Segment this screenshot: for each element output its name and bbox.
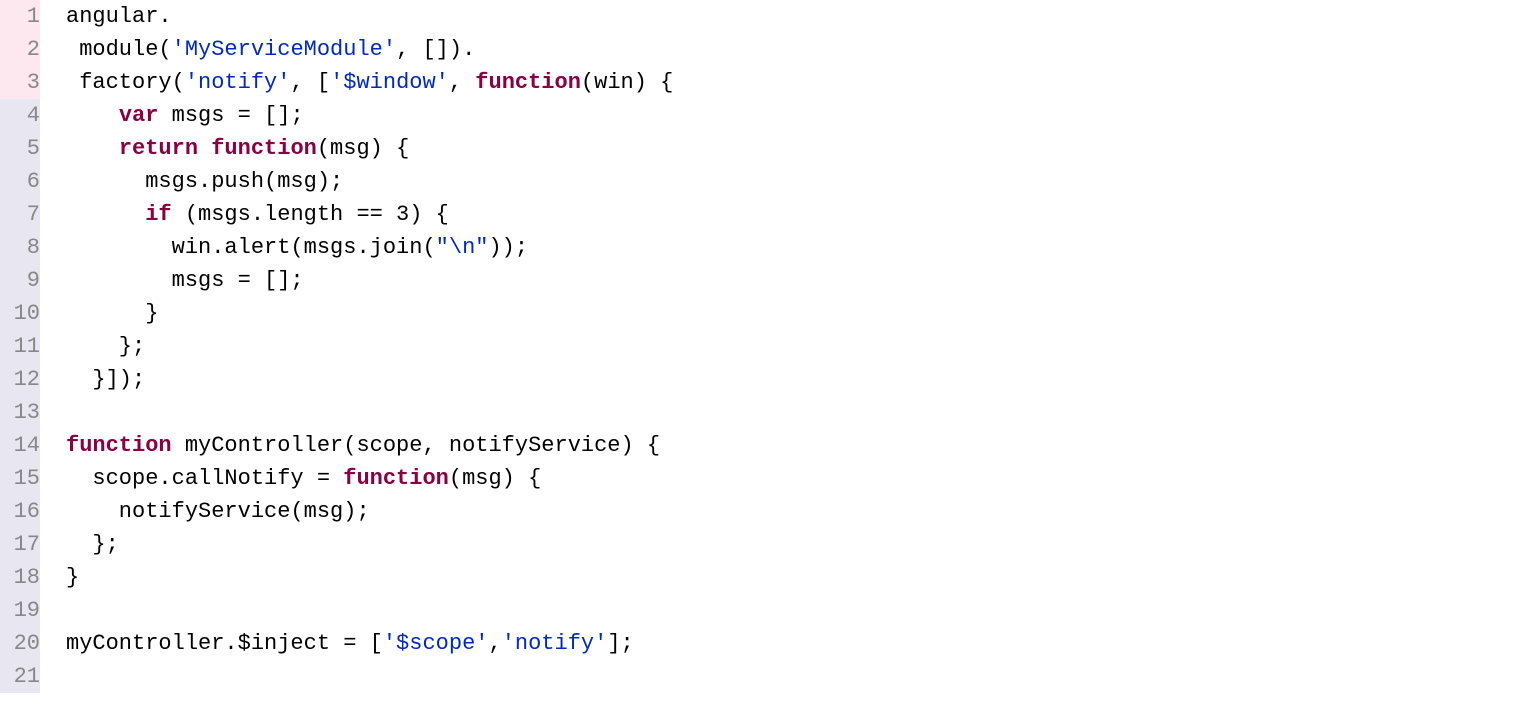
code-line[interactable]: module('MyServiceModule', []). xyxy=(66,33,1532,66)
code-token: ]; xyxy=(607,631,633,656)
line-number: 2 xyxy=(0,33,40,66)
code-line[interactable]: return function(msg) { xyxy=(66,132,1532,165)
code-token: msgs = []; xyxy=(66,268,304,293)
code-editor: 123456789101112131415161718192021 angula… xyxy=(0,0,1532,693)
code-token: 'notify' xyxy=(185,70,291,95)
line-number: 16 xyxy=(0,495,40,528)
code-line[interactable]: var msgs = []; xyxy=(66,99,1532,132)
code-token: "\n" xyxy=(436,235,489,260)
code-line[interactable] xyxy=(66,594,1532,627)
line-number: 4 xyxy=(0,99,40,132)
code-token: factory( xyxy=(66,70,185,95)
code-token: myController(scope, notifyService) { xyxy=(172,433,660,458)
code-token: function xyxy=(343,466,449,491)
code-token: 'MyServiceModule' xyxy=(172,37,396,62)
code-token: , xyxy=(488,631,501,656)
code-token: (win) { xyxy=(581,70,673,95)
code-line[interactable] xyxy=(66,396,1532,429)
code-token: '$scope' xyxy=(383,631,489,656)
code-token: 'notify' xyxy=(502,631,608,656)
line-number: 3 xyxy=(0,66,40,99)
code-token: module( xyxy=(66,37,172,62)
code-line[interactable]: notifyService(msg); xyxy=(66,495,1532,528)
code-line[interactable]: function myController(scope, notifyServi… xyxy=(66,429,1532,462)
code-token xyxy=(66,136,119,161)
code-token: , [ xyxy=(290,70,330,95)
line-number: 20 xyxy=(0,627,40,660)
code-line[interactable]: if (msgs.length == 3) { xyxy=(66,198,1532,231)
code-token: (msg) { xyxy=(449,466,541,491)
line-number: 19 xyxy=(0,594,40,627)
code-token: var xyxy=(119,103,159,128)
line-number: 10 xyxy=(0,297,40,330)
line-number: 5 xyxy=(0,132,40,165)
code-line[interactable] xyxy=(66,660,1532,693)
code-token: }]); xyxy=(66,367,145,392)
code-line[interactable]: factory('notify', ['$window', function(w… xyxy=(66,66,1532,99)
code-line[interactable]: }]); xyxy=(66,363,1532,396)
code-line[interactable]: } xyxy=(66,297,1532,330)
line-number: 18 xyxy=(0,561,40,594)
line-number: 9 xyxy=(0,264,40,297)
code-line[interactable]: }; xyxy=(66,330,1532,363)
code-line[interactable]: angular. xyxy=(66,0,1532,33)
code-token: function xyxy=(211,136,317,161)
code-token: }; xyxy=(66,532,119,557)
code-line[interactable]: scope.callNotify = function(msg) { xyxy=(66,462,1532,495)
code-token xyxy=(198,136,211,161)
code-token: '$window' xyxy=(330,70,449,95)
line-number: 14 xyxy=(0,429,40,462)
code-line[interactable]: msgs = []; xyxy=(66,264,1532,297)
code-token: return xyxy=(119,136,198,161)
line-number: 11 xyxy=(0,330,40,363)
code-token: )); xyxy=(488,235,528,260)
code-line[interactable]: } xyxy=(66,561,1532,594)
code-token: (msg) { xyxy=(317,136,409,161)
code-token: angular. xyxy=(66,4,172,29)
code-token xyxy=(66,103,119,128)
code-line[interactable]: win.alert(msgs.join("\n")); xyxy=(66,231,1532,264)
line-number: 13 xyxy=(0,396,40,429)
code-token: function xyxy=(475,70,581,95)
code-token: } xyxy=(66,301,158,326)
code-token: (msgs.length == 3) { xyxy=(172,202,449,227)
line-number: 1 xyxy=(0,0,40,33)
code-token xyxy=(66,202,145,227)
code-token: msgs = []; xyxy=(158,103,303,128)
code-token: myController.$inject = [ xyxy=(66,631,383,656)
line-number-gutter: 123456789101112131415161718192021 xyxy=(0,0,50,693)
code-line[interactable]: msgs.push(msg); xyxy=(66,165,1532,198)
line-number: 6 xyxy=(0,165,40,198)
line-number: 21 xyxy=(0,660,40,693)
line-number: 17 xyxy=(0,528,40,561)
code-token: scope.callNotify = xyxy=(66,466,343,491)
code-content[interactable]: angular. module('MyServiceModule', []). … xyxy=(50,0,1532,693)
code-token: , []). xyxy=(396,37,475,62)
code-token: , xyxy=(449,70,475,95)
line-number: 12 xyxy=(0,363,40,396)
line-number: 7 xyxy=(0,198,40,231)
code-line[interactable]: }; xyxy=(66,528,1532,561)
code-token: } xyxy=(66,565,79,590)
code-token: win.alert(msgs.join( xyxy=(66,235,436,260)
code-token: }; xyxy=(66,334,145,359)
code-token: if xyxy=(145,202,171,227)
line-number: 15 xyxy=(0,462,40,495)
code-token: msgs.push(msg); xyxy=(66,169,343,194)
code-token: function xyxy=(66,433,172,458)
line-number: 8 xyxy=(0,231,40,264)
code-token: notifyService(msg); xyxy=(66,499,370,524)
code-line[interactable]: myController.$inject = ['$scope','notify… xyxy=(66,627,1532,660)
